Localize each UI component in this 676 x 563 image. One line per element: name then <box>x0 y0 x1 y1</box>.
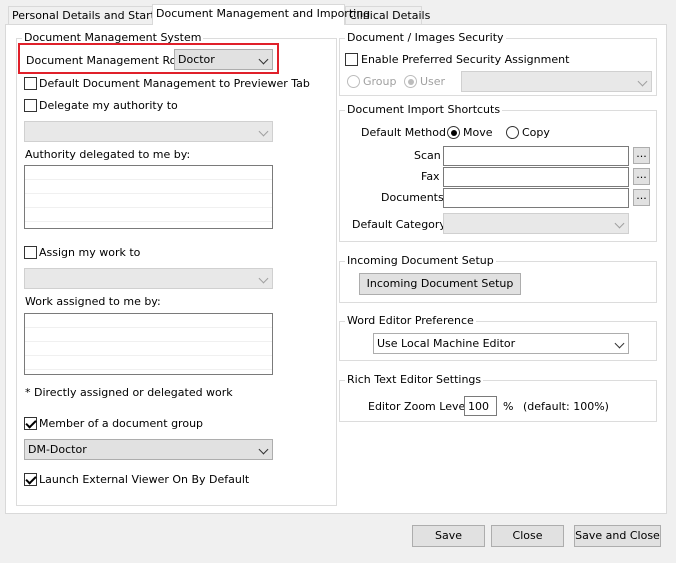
fax-browse-button[interactable]: ... <box>633 168 650 185</box>
move-radio[interactable] <box>447 126 460 139</box>
group-radio-label: Group <box>363 75 397 88</box>
documents-label: Documents <box>381 191 444 204</box>
member-group-checkbox[interactable] <box>24 417 37 430</box>
group-title: Document Import Shortcuts <box>345 103 503 116</box>
list-item <box>25 342 272 356</box>
word-editor-select[interactable]: Use Local Machine Editor <box>373 333 629 354</box>
user-radio[interactable] <box>404 75 417 88</box>
word-editor-value: Use Local Machine Editor <box>377 337 516 350</box>
scan-path-input[interactable] <box>443 146 629 166</box>
document-group-value: DM-Doctor <box>28 443 87 456</box>
launch-viewer-label: Launch External Viewer On By Default <box>39 473 250 486</box>
highlight-box <box>18 43 279 74</box>
fax-path-input[interactable] <box>443 167 629 187</box>
assign-select[interactable] <box>24 268 273 289</box>
move-label: Move <box>463 126 493 139</box>
scan-browse-button[interactable]: ... <box>633 147 650 164</box>
launch-viewer-checkbox[interactable] <box>24 473 37 486</box>
copy-radio[interactable] <box>506 126 519 139</box>
chevron-down-icon <box>614 218 625 229</box>
group-title: Incoming Document Setup <box>345 254 496 267</box>
zoom-level-input[interactable]: 100 <box>464 396 497 416</box>
default-category-label: Default Category <box>352 218 446 231</box>
documents-path-input[interactable] <box>443 188 629 208</box>
tab-panel: Document Management System Document Mana… <box>5 24 667 514</box>
group-title: Document / Images Security <box>345 31 506 44</box>
default-category-select[interactable] <box>443 213 629 234</box>
default-previewer-checkbox[interactable] <box>24 77 37 90</box>
save-and-close-button[interactable]: Save and Close <box>574 525 661 547</box>
delegate-label: Delegate my authority to <box>39 99 178 112</box>
assigned-to-me-list[interactable] <box>24 313 273 375</box>
delegate-checkbox[interactable] <box>24 99 37 112</box>
member-group-label: Member of a document group <box>39 417 204 430</box>
default-method-label: Default Method <box>361 126 446 139</box>
zoom-level-label: Editor Zoom Level <box>368 400 469 413</box>
user-radio-label: User <box>420 75 446 88</box>
tab-document-management[interactable]: Document Management and Importing <box>152 4 370 25</box>
incoming-setup-button[interactable]: Incoming Document Setup <box>359 273 521 295</box>
group-title: Word Editor Preference <box>345 314 476 327</box>
group-radio[interactable] <box>347 75 360 88</box>
close-button[interactable]: Close <box>491 525 564 547</box>
document-group-select[interactable]: DM-Doctor <box>24 439 273 460</box>
list-item <box>25 328 272 342</box>
list-item <box>25 166 272 180</box>
list-item <box>25 180 272 194</box>
documents-browse-button[interactable]: ... <box>633 189 650 206</box>
chevron-down-icon <box>258 273 269 284</box>
tab-personal-details[interactable]: Personal Details and Startup <box>8 6 169 24</box>
delegated-to-me-label: Authority delegated to me by: <box>25 148 191 161</box>
percent-label: % <box>503 400 514 413</box>
assign-work-checkbox[interactable] <box>24 246 37 259</box>
fax-label: Fax <box>421 170 440 183</box>
directly-assigned-note: * Directly assigned or delegated work <box>25 386 233 399</box>
copy-label: Copy <box>522 126 550 139</box>
zoom-default-note: (default: 100%) <box>523 400 609 413</box>
assigned-to-me-label: Work assigned to me by: <box>25 295 161 308</box>
chevron-down-icon <box>614 338 625 349</box>
enable-security-checkbox[interactable] <box>345 53 358 66</box>
enable-security-label: Enable Preferred Security Assignment <box>361 53 570 66</box>
list-item <box>25 208 272 222</box>
delegated-to-me-list[interactable] <box>24 165 273 229</box>
save-button[interactable]: Save <box>412 525 485 547</box>
group-title: Rich Text Editor Settings <box>345 373 484 386</box>
list-item <box>25 314 272 328</box>
scan-label: Scan <box>414 149 441 162</box>
chevron-down-icon <box>258 126 269 137</box>
chevron-down-icon <box>258 444 269 455</box>
delegate-select[interactable] <box>24 121 273 142</box>
default-previewer-label: Default Document Management to Previewer… <box>39 77 310 90</box>
list-item <box>25 356 272 370</box>
assign-work-label: Assign my work to <box>39 246 141 259</box>
security-user-select[interactable] <box>461 71 652 92</box>
chevron-down-icon <box>637 76 648 87</box>
zoom-value: 100 <box>468 400 489 413</box>
list-item <box>25 194 272 208</box>
